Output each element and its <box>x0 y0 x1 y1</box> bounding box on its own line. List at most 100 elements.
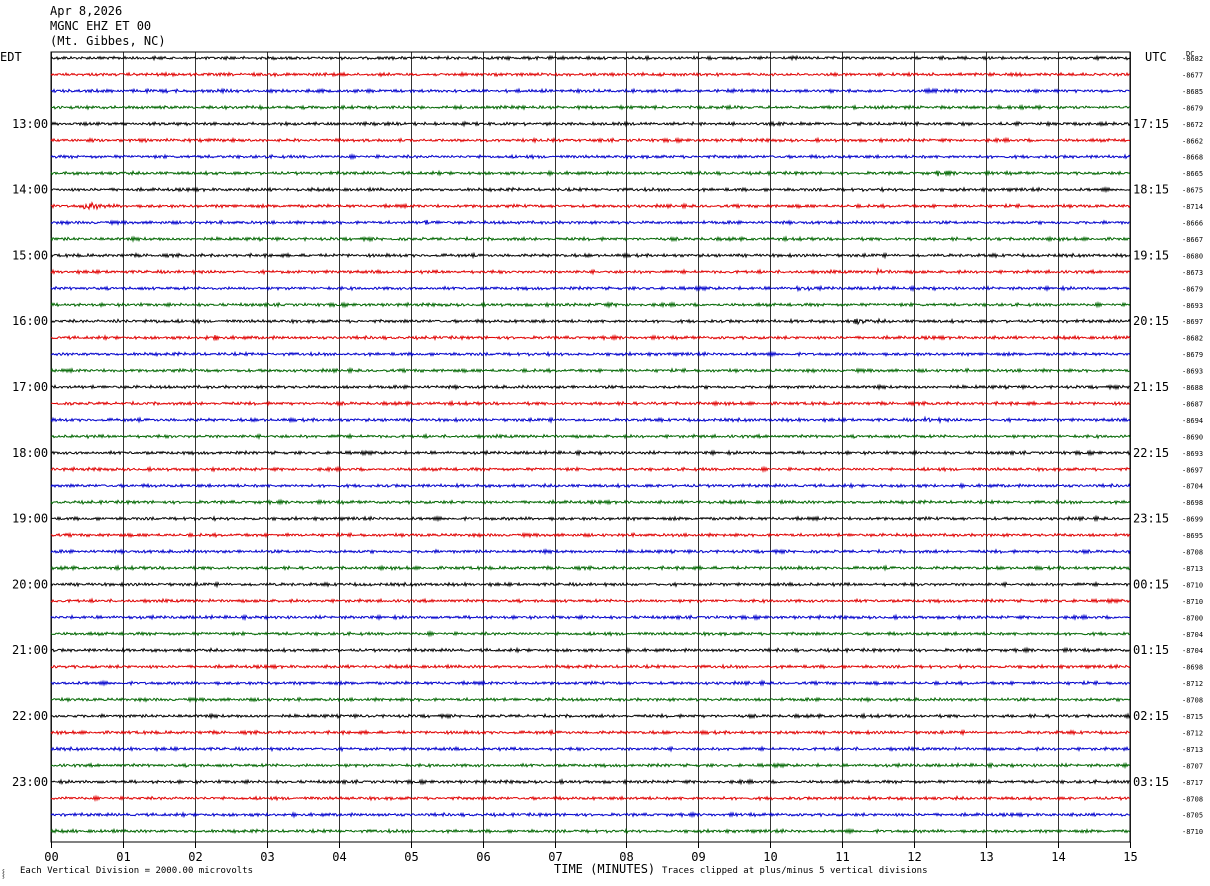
x-axis-title: TIME (MINUTES) <box>554 862 656 876</box>
edt-hour-label: 17:00 <box>12 380 48 394</box>
dc-offset-label: -8675 <box>1182 187 1203 195</box>
trace-line <box>50 761 1131 770</box>
trace-line <box>50 794 1131 802</box>
trace-line <box>50 201 1131 211</box>
dc-offset-label: -8662 <box>1182 137 1203 145</box>
edt-hour-label: 16:00 <box>12 314 48 328</box>
trace-line <box>50 350 1131 358</box>
trace-line <box>50 712 1131 720</box>
dc-offset-label: -8712 <box>1182 729 1203 737</box>
utc-hour-label: 02:15 <box>1133 709 1169 723</box>
trace-line <box>50 136 1131 144</box>
trace-line <box>50 334 1131 342</box>
dc-offset-label: -8708 <box>1182 795 1203 803</box>
trace-line <box>50 663 1131 670</box>
trace-line <box>50 219 1131 226</box>
x-tick-label: 14 <box>1051 850 1065 864</box>
trace-line <box>50 811 1131 819</box>
x-tick-label: 05 <box>404 850 418 864</box>
dc-offset-label: -8698 <box>1182 499 1203 507</box>
utc-hour-label: 03:15 <box>1133 775 1169 789</box>
dc-offset-label: -8704 <box>1182 631 1203 639</box>
trace-line <box>50 778 1131 786</box>
dc-offset-label: -8688 <box>1182 384 1203 392</box>
dc-offset-label: -8694 <box>1182 417 1203 425</box>
trace-line <box>50 399 1131 407</box>
trace-line <box>50 186 1131 194</box>
trace-line <box>50 580 1131 589</box>
trace-line <box>50 251 1131 260</box>
plot-frame <box>50 51 1131 843</box>
dc-offset-label: -8714 <box>1182 203 1203 211</box>
edt-hour-label: 13:00 <box>12 117 48 131</box>
utc-axis-label: UTC <box>1145 50 1167 64</box>
edt-axis-label: EDT <box>0 50 22 64</box>
utc-hour-label: 17:15 <box>1133 117 1169 131</box>
trace-line <box>50 728 1131 737</box>
dc-offset-label: -8695 <box>1182 532 1203 540</box>
dc-offset-label: -8680 <box>1182 252 1203 260</box>
dc-offset-label: -8712 <box>1182 680 1203 688</box>
dc-offset-label: -8704 <box>1182 483 1203 491</box>
dc-offset-label: -8673 <box>1182 269 1203 277</box>
dc-offset-label: -8668 <box>1182 154 1203 162</box>
trace-line <box>50 317 1131 326</box>
trace-line <box>50 103 1131 111</box>
dc-offset-label: -8693 <box>1182 450 1203 458</box>
trace-line <box>50 613 1131 622</box>
utc-hour-label: 18:15 <box>1133 183 1169 197</box>
dc-offset-label: -8713 <box>1182 746 1203 754</box>
corner-mark: ⸾ <box>2 869 5 878</box>
dc-offset-label: -8698 <box>1182 664 1203 672</box>
dc-offset-label: -8700 <box>1182 614 1203 622</box>
x-tick-label: 13 <box>979 850 993 864</box>
dc-offset-label: -8697 <box>1182 466 1203 474</box>
dc-offset-label: -8708 <box>1182 549 1203 557</box>
dc-offset-label: -8687 <box>1182 400 1203 408</box>
utc-hour-label: 01:15 <box>1133 643 1169 657</box>
dc-offset-label: -8710 <box>1182 581 1203 589</box>
trace-line <box>51 87 1131 95</box>
trace-line <box>50 745 1131 753</box>
dc-offset-label: -8713 <box>1182 565 1203 573</box>
trace-line <box>50 827 1131 835</box>
trace-line <box>50 366 1131 375</box>
trace-line <box>50 301 1131 309</box>
dc-offset-label: -8715 <box>1182 713 1203 721</box>
x-tick-label: 02 <box>188 850 202 864</box>
x-tick-label: 11 <box>835 850 849 864</box>
dc-offset-label: -8697 <box>1182 318 1203 326</box>
helicorder-plot: 00 01 02 03 04 05 06 07 08 09 10 11 12 13 14 15-8682-86… <box>12 50 1203 864</box>
dc-offset-label: -8679 <box>1182 104 1203 112</box>
trace-line <box>50 284 1131 293</box>
dc-offset-label: -8672 <box>1182 121 1203 129</box>
trace-line <box>50 383 1131 391</box>
dc-offset-label: -8666 <box>1182 220 1203 228</box>
clip-note: Traces clipped at plus/minus 5 vertical … <box>662 866 928 876</box>
edt-hour-label: 21:00 <box>12 643 48 657</box>
x-tick-label: 01 <box>116 850 130 864</box>
trace-line <box>50 169 1131 177</box>
dc-offset-label: -8693 <box>1182 368 1203 376</box>
trace-line <box>50 54 1131 62</box>
dc-offset-label: -8685 <box>1182 88 1203 96</box>
dc-offset-label: -8677 <box>1182 71 1203 79</box>
edt-hour-label: 23:00 <box>12 775 48 789</box>
dc-offset-label: -8679 <box>1182 285 1203 293</box>
trace-line <box>50 465 1131 473</box>
dc-offset-label: -8667 <box>1182 236 1203 244</box>
x-tick-label: 10 <box>763 850 777 864</box>
dc-offset-label: -8717 <box>1182 779 1203 787</box>
edt-hour-label: 15:00 <box>12 248 48 262</box>
trace-line <box>50 514 1131 523</box>
edt-hour-label: 22:00 <box>12 709 48 723</box>
x-tick-label: 15 <box>1123 850 1137 864</box>
trace-line <box>50 482 1131 490</box>
dc-offset-label: -8665 <box>1182 170 1203 178</box>
trace-line <box>50 120 1131 128</box>
dc-offset-label: -8710 <box>1182 828 1203 836</box>
trace-line <box>50 235 1131 243</box>
dc-offset-label: -8699 <box>1182 516 1203 524</box>
trace-line <box>50 531 1131 539</box>
x-tick-label: 00 <box>44 850 58 864</box>
